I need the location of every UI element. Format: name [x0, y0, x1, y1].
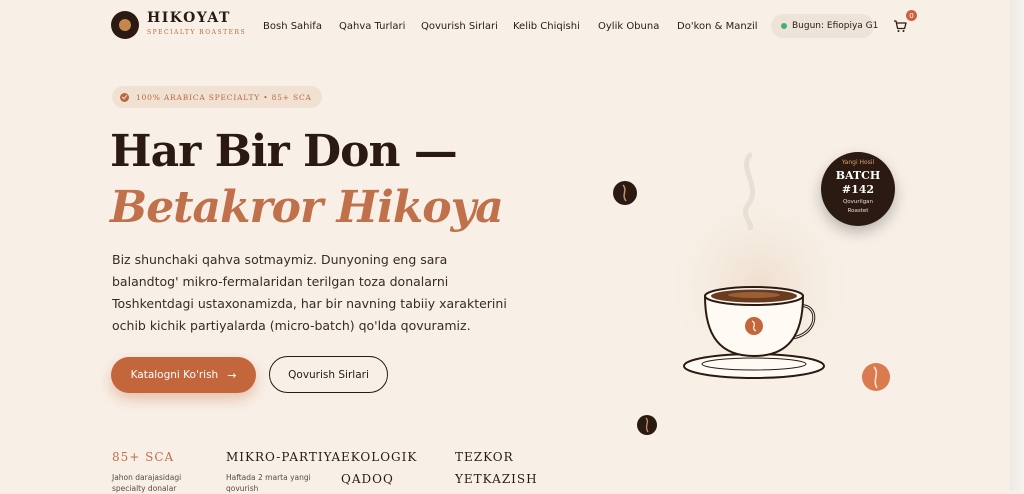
batch-seal-top: Yangi Hosil [841, 159, 875, 166]
nav-item-roasting-secrets[interactable]: Qovurish Sirlari [421, 21, 498, 32]
batch-seal-bottom-line: Roastet [847, 208, 869, 214]
hero-description-line: ochib kichik partiyalarda (micro-batch) … [112, 318, 471, 333]
hero-title-accent: Betakror Hikoya [110, 182, 504, 233]
nav-item-origin[interactable]: Kelib Chiqishi [513, 21, 580, 32]
hero-title: Har Bir Don — [110, 126, 458, 177]
brand-name[interactable]: HIKOYAT [147, 10, 231, 26]
coffee-cup-icon [683, 286, 825, 379]
status-dot-icon [781, 23, 787, 29]
cart-icon[interactable] [892, 18, 908, 34]
batch-seal-line1: BATCH [835, 169, 881, 182]
roasting-secrets-button[interactable]: Qovurish Sirlari [269, 356, 388, 393]
site-header: HIKOYAT SPECIALTY ROASTERS Bosh Sahifa Q… [0, 0, 1010, 52]
nav-item-subscription[interactable]: Oylik Obuna [598, 21, 659, 32]
hero-description-line: Biz shunchaki qahva sotmaymiz. Dunyoning… [112, 252, 448, 267]
stat-sub-micro-batch: Haftada 2 marta yangi qovurish [226, 472, 311, 494]
page-scrollbar[interactable] [1010, 0, 1024, 490]
batch-seal-bottom-line: Qovurilgan [842, 199, 874, 205]
nav-item-coffee-types[interactable]: Qahva Turlari [339, 21, 405, 32]
quality-badge-label: 100% ARABICA SPECIALTY • 85+ SCA [136, 92, 312, 102]
stat-sub-line: qovurish [226, 484, 259, 493]
brand-tagline: SPECIALTY ROASTERS [147, 29, 247, 36]
batch-seal-bottom: Qovurilgan Roastet [821, 198, 895, 216]
roasting-secrets-label: Qovurish Sirlari [288, 368, 369, 381]
view-catalog-label: Katalogni Ko'rish [130, 369, 219, 381]
stat-sub-sca: Jahon darajasidagi specialty donalar [112, 472, 181, 494]
stat-title-eco-2: QADOQ [341, 472, 394, 486]
stat-title-eco: EKOLOGIK [341, 450, 418, 464]
stat-sub-line: Haftada 2 marta yangi [226, 473, 311, 482]
stat-title-fast: TEZKOR [455, 450, 514, 464]
stat-title-micro-batch: MIKRO-PARTIYA [226, 450, 342, 464]
today-origin-label: Bugun: Efiopiya G1 [792, 21, 879, 31]
arrow-right-icon: → [227, 368, 237, 382]
coffee-bean-icon [637, 415, 657, 435]
steam-icon [743, 152, 756, 230]
today-origin-pill[interactable]: Bugun: Efiopiya G1 [771, 14, 878, 38]
batch-seal: Yangi Hosil BATCH #142 Qovurilgan Roaste… [821, 152, 895, 226]
cart-count-badge: 0 [906, 10, 917, 21]
stat-title-fast-2: YETKAZISH [455, 472, 538, 486]
hero-description: Biz shunchaki qahva sotmaymiz. Dunyoning… [112, 249, 507, 337]
stat-sub-line: specialty donalar [112, 484, 177, 493]
batch-seal-line2: #142 [841, 183, 875, 196]
coffee-bean-icon [613, 181, 637, 205]
stat-title-sca: 85+ SCA [112, 450, 175, 464]
nav-item-store[interactable]: Do'kon & Manzil [677, 21, 758, 32]
logo-icon[interactable] [111, 11, 139, 39]
stat-sub-line: Jahon darajasidagi [112, 473, 182, 482]
view-catalog-button[interactable]: Katalogni Ko'rish → [111, 357, 256, 393]
hero-description-line: balandtog' mikro-fermalaridan terilgan t… [112, 274, 449, 289]
quality-badge: 100% ARABICA SPECIALTY • 85+ SCA [112, 86, 322, 108]
coffee-bean-icon [862, 363, 890, 391]
check-circle-icon [120, 92, 129, 102]
nav-item-home[interactable]: Bosh Sahifa [263, 21, 322, 32]
hero-description-line: Toshkentdagi ustaxonamizda, har bir navn… [112, 296, 507, 311]
